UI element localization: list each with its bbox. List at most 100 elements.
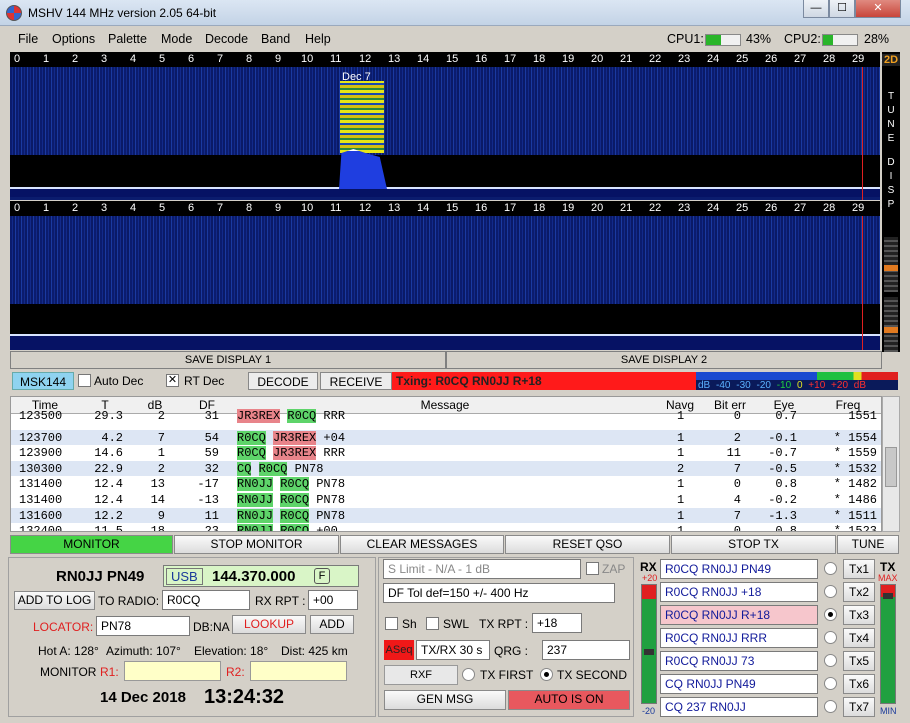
r2-field[interactable]	[250, 661, 347, 681]
zap-checkbox[interactable]	[586, 562, 599, 575]
decoded-messages-table[interactable]: Time T dB DF Message Navg Bit err Eye Fr…	[10, 396, 882, 532]
add-button[interactable]: ADD	[310, 615, 354, 634]
tx-level-slider[interactable]	[880, 584, 896, 704]
auto-is-on-button[interactable]: AUTO IS ON	[508, 690, 630, 710]
tx-second-radio[interactable]	[540, 668, 553, 681]
tx-message-input[interactable]: R0CQ RN0JJ R+18	[660, 605, 818, 625]
tx-send-button[interactable]: Tx3	[843, 605, 875, 625]
menu-decode[interactable]: Decode	[205, 32, 248, 46]
tx-select-radio[interactable]	[824, 585, 837, 598]
close-button[interactable]: ✕	[855, 0, 901, 18]
tx-message-input[interactable]: R0CQ RN0JJ +18	[660, 582, 818, 602]
cell-t: 14.6	[94, 446, 123, 461]
tx-send-button[interactable]: Tx6	[843, 674, 875, 694]
waterfall-display-1[interactable]: Dec 7	[10, 67, 880, 200]
stop-tx-button[interactable]: STOP TX	[671, 535, 836, 554]
reset-qso-button[interactable]: RESET QSO	[505, 535, 670, 554]
tx-second-label: TX SECOND	[557, 668, 628, 682]
table-row[interactable]: 132400 11.5 18 23 RN0JJ R0CQ +00 1 0 0.8 * 1523	[11, 523, 881, 531]
cell-t: 12.2	[94, 508, 123, 523]
rxf-button[interactable]: RXF	[384, 665, 458, 685]
freq-f-button[interactable]: F	[314, 568, 330, 584]
2d-toggle[interactable]: 2D	[882, 54, 900, 66]
tx-message-input[interactable]: R0CQ RN0JJ PN49	[660, 559, 818, 579]
tx-send-button[interactable]: Tx2	[843, 582, 875, 602]
tx-send-button[interactable]: Tx7	[843, 697, 875, 717]
table-row[interactable]: 130300 22.9 2 32 CQ R0CQ PN78 2 7 -0.5 * 1532	[11, 460, 881, 477]
sideband-mode[interactable]: USB	[166, 568, 203, 585]
tx-send-button[interactable]: Tx5	[843, 651, 875, 671]
clear-messages-button[interactable]: CLEAR MESSAGES	[340, 535, 504, 554]
tx-select-radio[interactable]	[824, 677, 837, 690]
ruler-tick-label: 25	[736, 202, 749, 214]
signal-burst	[340, 81, 384, 153]
table-row[interactable]: 123500 29.3 2 31 JR3REX R0CQ RRR 1 0 0.7 1551	[11, 408, 881, 424]
cell-time: 131400	[19, 477, 63, 492]
tx-message-input[interactable]: CQ RN0JJ PN49	[660, 674, 818, 694]
tx-select-radio[interactable]	[824, 654, 837, 667]
menu-help[interactable]: Help	[305, 32, 331, 46]
qrg-input[interactable]: 237	[542, 640, 630, 660]
tx-first-radio[interactable]	[462, 668, 475, 681]
table-row[interactable]: 123700 4.2 7 54 R0CQ JR3REX +04 1 2 -0.1 * 1554	[11, 429, 881, 446]
table-row[interactable]: 131400 12.4 13 -17 RN0JJ R0CQ PN78 1 0 0.8 * 148…	[11, 476, 881, 492]
gen-msg-button[interactable]: GEN MSG	[384, 690, 506, 710]
locator-input[interactable]: PN78	[96, 616, 190, 636]
elevation: Elevation: 18°	[194, 644, 269, 658]
menu-mode[interactable]: Mode	[161, 32, 192, 46]
app-icon	[6, 5, 22, 21]
menu-options[interactable]: Options	[52, 32, 95, 46]
menu-file[interactable]: File	[18, 32, 38, 46]
gain-slider-1[interactable]	[884, 237, 898, 292]
minimize-button[interactable]: —	[803, 0, 829, 18]
tx-message-input[interactable]: CQ 237 RN0JJ	[660, 697, 818, 717]
cell-message: RN0JJ R0CQ +00	[237, 524, 338, 531]
ruler-tick-label: 7	[217, 53, 224, 65]
cell-freq: * 1554	[833, 430, 877, 445]
lookup-button[interactable]: LOOKUP	[232, 615, 306, 634]
save-display-2-button[interactable]: SAVE DISPLAY 2	[446, 351, 882, 369]
txrx-period-select[interactable]: TX/RX 30 s	[416, 640, 490, 660]
save-display-1-button[interactable]: SAVE DISPLAY 1	[10, 351, 446, 369]
table-row[interactable]: 131600 12.2 9 11 RN0JJ R0CQ PN78 1 7 -1.3 * 1511	[11, 507, 881, 524]
tx-message-input[interactable]: R0CQ RN0JJ 73	[660, 651, 818, 671]
tune-button[interactable]: TUNE	[837, 535, 899, 554]
txing-status: Txing: R0CQ RN0JJ R+18	[392, 372, 696, 390]
tx-send-button[interactable]: Tx4	[843, 628, 875, 648]
gain-slider-2[interactable]	[884, 297, 898, 352]
frequency-display[interactable]: USB 144.370.000 F	[163, 565, 359, 587]
tx-select-radio[interactable]	[824, 700, 837, 713]
decode-button[interactable]: DECODE	[248, 372, 318, 390]
ruler-tick-label: 8	[246, 53, 253, 65]
rx-rpt-input[interactable]: +00	[308, 590, 358, 610]
r1-field[interactable]	[124, 661, 221, 681]
monitor-button[interactable]: MONITOR	[10, 535, 173, 554]
sh-checkbox[interactable]	[385, 617, 398, 630]
df-tol-select[interactable]: DF Tol def=150 +/- 400 Hz	[383, 583, 615, 603]
maximize-button[interactable]: ☐	[829, 0, 855, 18]
receive-button[interactable]: RECEIVE	[320, 372, 392, 390]
tx-message-input[interactable]: R0CQ RN0JJ RRR	[660, 628, 818, 648]
table-row[interactable]: 123900 14.6 1 59 R0CQ JR3REX RRR 1 11 -0.7 * 155…	[11, 445, 881, 461]
menu-palette[interactable]: Palette	[108, 32, 147, 46]
table-scrollbar[interactable]	[882, 396, 900, 532]
s-limit-spinner[interactable]: S Limit - N/A - 1 dB	[383, 559, 581, 579]
mode-indicator[interactable]: MSK144	[12, 372, 74, 390]
cell-time: 123500	[19, 409, 63, 423]
tx-send-button[interactable]: Tx1	[843, 559, 875, 579]
to-radio-input[interactable]: R0CQ	[162, 590, 250, 610]
swl-checkbox[interactable]	[426, 617, 439, 630]
auto-dec-checkbox[interactable]	[78, 374, 91, 387]
table-row[interactable]: 131400 12.4 14 -13 RN0JJ R0CQ PN78 1 4 -0.2 * 14…	[11, 492, 881, 508]
waterfall-display-2[interactable]	[10, 216, 880, 350]
add-to-log-button[interactable]: ADD TO LOG	[14, 591, 95, 610]
menu-band[interactable]: Band	[261, 32, 290, 46]
tx-select-radio[interactable]	[824, 608, 837, 621]
tx-select-radio[interactable]	[824, 631, 837, 644]
cell-message: RN0JJ R0CQ PN78	[237, 508, 346, 523]
tx-select-radio[interactable]	[824, 562, 837, 575]
aseq-toggle[interactable]: ASeq	[384, 640, 414, 660]
tx-rpt-input[interactable]: +18	[532, 613, 582, 633]
stop-monitor-button[interactable]: STOP MONITOR	[174, 535, 339, 554]
rt-dec-checkbox[interactable]: ✕	[166, 374, 179, 387]
